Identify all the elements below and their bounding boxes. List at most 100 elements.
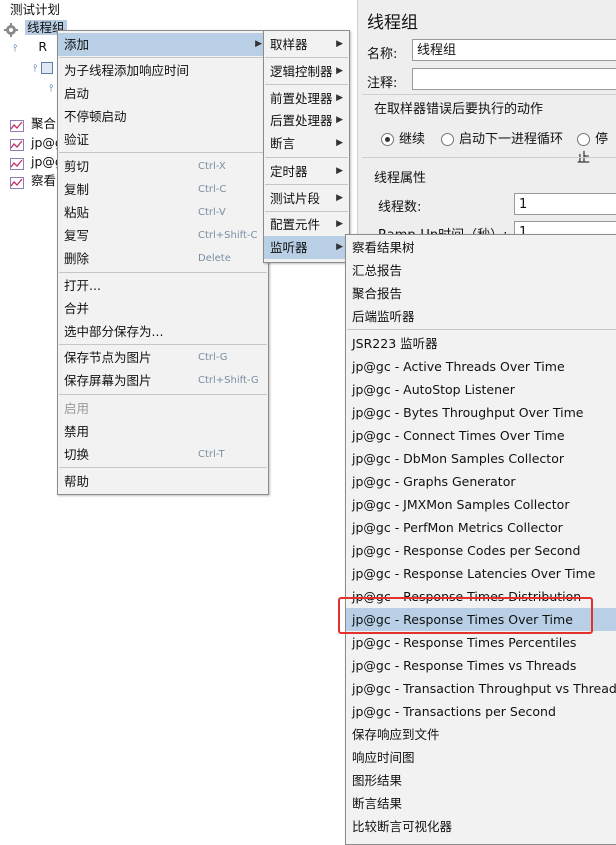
menu-item-transactions-per-second[interactable]: jp@gc - Transactions per Second [346,700,616,723]
menu-item-response-times-percentiles[interactable]: jp@gc - Response Times Percentiles [346,631,616,654]
menu-item-response-codes[interactable]: jp@gc - Response Codes per Second [346,539,616,562]
menu-item-jsr223-listener[interactable]: JSR223 监听器 [346,332,616,355]
tree-item-label: 聚合 [30,116,56,131]
tree-item-child[interactable]: ⫯ [33,58,56,76]
menu-item-add-response-time[interactable]: 为子线程添加响应时间 [58,59,268,82]
menu-item-save-screen-image[interactable]: 保存屏幕为图片 Ctrl+Shift-G [58,369,268,392]
submenu-arrow-icon: ▶ [336,166,343,176]
menu-item-graphs-generator[interactable]: jp@gc - Graphs Generator [346,470,616,493]
node-icon [41,61,54,74]
menu-item-label: 保存节点为图片 [64,350,152,365]
tree-item-child[interactable]: ⫯ [49,78,53,96]
menu-item-label: jp@gc - JMXMon Samples Collector [352,497,570,512]
menu-item-postprocessor[interactable]: 后置处理器 ▶ [264,109,349,132]
menu-item-label: 合并 [64,301,90,316]
menu-item-config-element[interactable]: 配置元件 ▶ [264,213,349,236]
menu-item-view-results-tree[interactable]: 察看结果树 [346,236,616,259]
menu-item-label: jp@gc - PerfMon Metrics Collector [352,520,563,535]
submenu-arrow-icon: ▶ [336,242,343,252]
menu-item-bytes-throughput[interactable]: jp@gc - Bytes Throughput Over Time [346,401,616,424]
tree-item-jpgc-1[interactable]: jp@g [10,134,63,152]
menu-item-test-fragment[interactable]: 测试片段 ▶ [264,187,349,210]
menu-shortcut: Ctrl-V [198,207,226,218]
menu-item-merge[interactable]: 合并 [58,297,268,320]
menu-item-cut[interactable]: 剪切 Ctrl-X [58,155,268,178]
menu-item-duplicate[interactable]: 复写 Ctrl+Shift-C [58,224,268,247]
menu-item-logic-controller[interactable]: 逻辑控制器 ▶ [264,60,349,83]
menu-item-response-times-vs-threads[interactable]: jp@gc - Response Times vs Threads [346,654,616,677]
menu-item-label: 逻辑控制器 [270,64,333,79]
comment-field[interactable] [412,68,616,90]
menu-item-graph-results[interactable]: 图形结果 [346,769,616,792]
menu-item-paste[interactable]: 粘贴 Ctrl-V [58,201,268,224]
tree-item-jpgc-2[interactable]: jp@g [10,153,63,171]
menu-item-dbmon[interactable]: jp@gc - DbMon Samples Collector [346,447,616,470]
tree-item-test-plan[interactable]: 测试计划 [10,1,60,19]
menu-item-backend-listener[interactable]: 后端监听器 [346,305,616,328]
menu-item-aggregate-report[interactable]: 聚合报告 [346,282,616,305]
menu-separator [265,57,348,58]
radio-next-loop-label: 启动下一进程循环 [459,132,564,147]
menu-item-validate[interactable]: 验证 [58,128,268,151]
menu-item-toggle[interactable]: 切换 Ctrl-T [58,443,268,466]
name-label: 名称: [367,47,398,62]
radio-next-loop[interactable]: 启动下一进程循环 [441,128,563,147]
menu-item-disable[interactable]: 禁用 [58,420,268,443]
menu-item-listener[interactable]: 监听器 ▶ [264,236,349,259]
radio-stop[interactable]: 停止 [577,128,616,166]
menu-item-sampler[interactable]: 取样器 ▶ [264,33,349,56]
menu-item-response-latencies[interactable]: jp@gc - Response Latencies Over Time [346,562,616,585]
menu-item-transaction-throughput[interactable]: jp@gc - Transaction Throughput vs Thread… [346,677,616,700]
menu-item-copy[interactable]: 复制 Ctrl-C [58,178,268,201]
divider [362,157,616,158]
menu-item-assertion-results[interactable]: 断言结果 [346,792,616,815]
menu-item-timer[interactable]: 定时器 ▶ [264,160,349,183]
tree-item-aggregate[interactable]: 聚合 [10,115,56,133]
context-menu: 添加 ▶ 为子线程添加响应时间 启动 不停顿启动 验证 剪切 Ctrl-X 复制 C… [57,30,269,495]
menu-item-connect-times[interactable]: jp@gc - Connect Times Over Time [346,424,616,447]
menu-item-response-time-graph[interactable]: 响应时间图 [346,746,616,769]
menu-item-jmxmon[interactable]: jp@gc - JMXMon Samples Collector [346,493,616,516]
menu-item-compare-assertion-visualizer[interactable]: 比较断言可视化器 [346,815,616,838]
menu-item-label: 为子线程添加响应时间 [64,63,190,78]
radio-continue-label: 继续 [399,132,426,147]
tree-item-view-results[interactable]: 察看 [10,172,56,190]
menu-item-delete[interactable]: 删除 Delete [58,247,268,270]
menu-item-autostop[interactable]: jp@gc - AutoStop Listener [346,378,616,401]
menu-item-start[interactable]: 启动 [58,82,268,105]
menu-item-summary-report[interactable]: 汇总报告 [346,259,616,282]
listener-graph-icon [10,138,24,151]
page-title: 线程组 [367,13,418,33]
menu-item-save-responses[interactable]: 保存响应到文件 [346,723,616,746]
menu-item-label: jp@gc - Graphs Generator [352,474,516,489]
menu-item-open[interactable]: 打开... [58,274,268,297]
menu-separator [59,344,267,345]
menu-item-label: 配置元件 [270,217,321,232]
menu-item-start-no-pause[interactable]: 不停顿启动 [58,105,268,128]
radio-continue[interactable]: 继续 [381,128,425,147]
menu-item-label: jp@gc - Transactions per Second [352,704,556,719]
menu-item-add[interactable]: 添加 ▶ [58,33,268,56]
listener-graph-icon [10,157,24,170]
divider [362,94,616,95]
menu-item-label: jp@gc - AutoStop Listener [352,382,515,397]
menu-item-label: 启用 [64,401,90,416]
menu-item-help[interactable]: 帮助 [58,470,268,493]
menu-shortcut: Ctrl-C [198,184,227,195]
menu-item-preprocessor[interactable]: 前置处理器 ▶ [264,87,349,110]
menu-item-label: 禁用 [64,424,90,439]
menu-item-active-threads[interactable]: jp@gc - Active Threads Over Time [346,355,616,378]
menu-item-assertion[interactable]: 断言 ▶ [264,132,349,155]
menu-shortcut: Ctrl-G [198,352,228,363]
menu-item-perfmon[interactable]: jp@gc - PerfMon Metrics Collector [346,516,616,539]
menu-item-label: jp@gc - Response Times vs Threads [352,658,577,673]
menu-item-save-selection-as[interactable]: 选中部分保存为... [58,320,268,343]
menu-item-enable: 启用 [58,397,268,420]
menu-item-label: 帮助 [64,474,90,489]
tree-item-child-r[interactable]: ⫯ R [13,38,47,56]
name-field[interactable]: 线程组 [412,39,616,61]
submenu-arrow-icon: ▶ [255,39,262,49]
menu-separator [59,152,267,153]
threads-field[interactable]: 1 [514,193,616,215]
menu-item-save-node-image[interactable]: 保存节点为图片 Ctrl-G [58,346,268,369]
